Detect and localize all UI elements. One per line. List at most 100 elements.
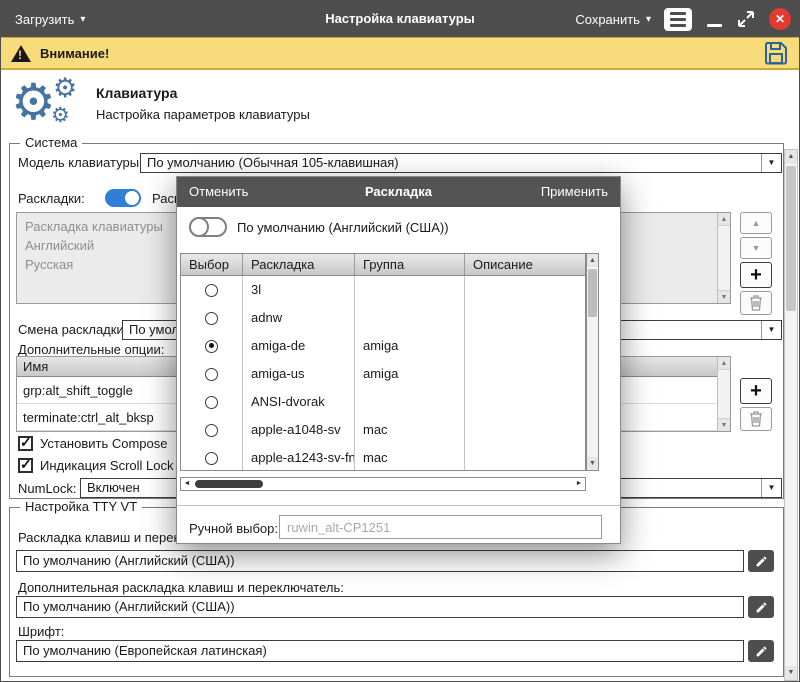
manual-choice-input[interactable] [279,515,602,539]
layout-name: ANSI-dvorak [243,388,355,416]
keyboard-model-select[interactable]: По умолчанию (Обычная 105-клавишная) ▼ [140,153,782,173]
table-row[interactable]: apple-a1243-sv-fn mac [181,444,585,471]
column-header: Раскладка [243,254,355,275]
tty-font-edit-button[interactable] [748,640,774,662]
layouts-toggle[interactable] [105,189,141,207]
layout-move-up-button[interactable]: ▲ [740,212,772,234]
scrolllock-checkbox-row: Индикация Scroll Lock [18,458,174,473]
dialog-horizontal-scrollbar[interactable]: ◄ ► [180,477,586,491]
scrollbar-thumb[interactable] [588,269,597,317]
load-menu-button[interactable]: Загрузить ▾ [15,1,85,37]
layout-group [355,388,465,416]
layout-delete-button[interactable] [740,291,772,315]
scroll-left-icon[interactable]: ◄ [181,478,193,490]
keyboard-settings-window: Настройка клавиатуры Загрузить ▾ Сохрани… [0,0,800,682]
scrollbar-thumb[interactable] [195,480,263,488]
tty-layout-field[interactable]: По умолчанию (Английский (США)) [16,550,744,572]
pencil-icon [755,601,768,614]
layout-group [355,304,465,332]
layout-add-button[interactable]: + [740,262,772,288]
layouts-label: Раскладки: [18,191,85,206]
compose-checkbox[interactable] [18,436,33,451]
scrollbar-thumb[interactable] [786,166,796,311]
layout-radio[interactable] [205,340,218,353]
page-subtitle: Настройка параметров клавиатуры [96,107,310,122]
trash-icon [749,295,763,311]
close-button[interactable]: ✕ [769,8,791,30]
minimize-icon [707,24,722,27]
layout-group [355,276,465,304]
column-header: Описание [465,254,585,275]
layout-radio[interactable] [205,424,218,437]
dialog-header: Отменить Раскладка Применить [177,177,620,207]
layout-move-down-button[interactable]: ▼ [740,237,772,259]
table-row[interactable]: adnw [181,304,585,332]
table-row[interactable]: amiga-de amiga [181,332,585,360]
compose-checkbox-row: Установить Compose [18,436,167,451]
maximize-button[interactable] [736,9,756,29]
table-row[interactable]: ANSI-dvorak [181,388,585,416]
layout-radio[interactable] [205,396,218,409]
gears-icon: ⚙ ⚙ ⚙ [9,75,89,135]
save-menu-button[interactable]: Сохранить ▾ [575,12,651,27]
scroll-up-icon[interactable]: ▲ [718,213,730,226]
tty-font-label: Шрифт: [18,624,64,639]
layout-radio[interactable] [205,368,218,381]
table-row[interactable]: amiga-us amiga [181,360,585,388]
layout-description [465,416,585,444]
scroll-down-icon[interactable]: ▼ [718,418,730,431]
option-delete-button[interactable] [740,407,772,431]
layout-group: amiga [355,360,465,388]
options-table-scrollbar[interactable]: ▲ ▼ [717,357,730,431]
layout-radio[interactable] [205,312,218,325]
pencil-icon [755,645,768,658]
minimize-button[interactable] [705,8,723,31]
tty-extra-layout-field[interactable]: По умолчанию (Английский (США)) [16,596,744,618]
main-scrollbar[interactable]: ▲ ▼ [784,149,798,681]
tty-extra-layout-edit-button[interactable] [748,596,774,618]
warning-bar: Внимание! [1,37,799,70]
dialog-vertical-scrollbar[interactable]: ▲ ▼ [586,253,599,471]
table-row[interactable]: apple-a1048-sv mac [181,416,585,444]
system-group-legend: Система [20,135,82,150]
tty-font-field[interactable]: По умолчанию (Европейская латинская) [16,640,744,662]
chevron-down-icon[interactable]: ▼ [761,154,781,172]
scroll-down-icon[interactable]: ▼ [718,290,730,303]
layout-description [465,332,585,360]
default-layout-toggle[interactable] [189,217,227,237]
compose-checkbox-label: Установить Compose [40,436,167,451]
layouts-list-scrollbar[interactable]: ▲ ▼ [717,213,730,303]
scroll-up-icon[interactable]: ▲ [718,357,730,370]
dialog-apply-button[interactable]: Применить [541,177,608,207]
layout-table: Выбор Раскладка Группа Описание 3l adnw … [180,253,586,471]
option-add-button[interactable]: + [740,378,772,404]
layout-description [465,276,585,304]
scroll-down-icon[interactable]: ▼ [785,666,797,680]
chevron-down-icon[interactable]: ▼ [761,479,781,497]
layout-group: mac [355,416,465,444]
close-icon: ✕ [775,12,785,26]
scroll-up-icon[interactable]: ▲ [785,150,797,164]
scroll-down-icon[interactable]: ▼ [587,457,598,470]
manual-choice-label: Ручной выбор: [189,517,278,541]
layout-description [465,304,585,332]
table-row[interactable]: 3l [181,276,585,304]
hamburger-menu-button[interactable] [664,8,692,31]
tty-extra-layout-label: Дополнительная раскладка клавиш и перекл… [18,580,344,595]
chevron-down-icon[interactable]: ▼ [761,321,781,339]
titlebar: Настройка клавиатуры Загрузить ▾ Сохрани… [1,1,799,37]
plus-icon: + [750,381,762,401]
save-file-icon[interactable] [763,40,789,66]
layout-radio[interactable] [205,284,218,297]
layout-radio[interactable] [205,452,218,465]
default-layout-label: По умолчанию (Английский (США)) [237,220,449,235]
layout-name: apple-a1243-sv-fn [243,444,355,471]
column-header: Группа [355,254,465,275]
scrolllock-checkbox[interactable] [18,458,33,473]
tty-layout-edit-button[interactable] [748,550,774,572]
scrolllock-checkbox-label: Индикация Scroll Lock [40,458,174,473]
layout-group: mac [355,444,465,471]
scroll-right-icon[interactable]: ► [573,478,585,490]
scroll-up-icon[interactable]: ▲ [587,254,598,267]
layout-description [465,360,585,388]
